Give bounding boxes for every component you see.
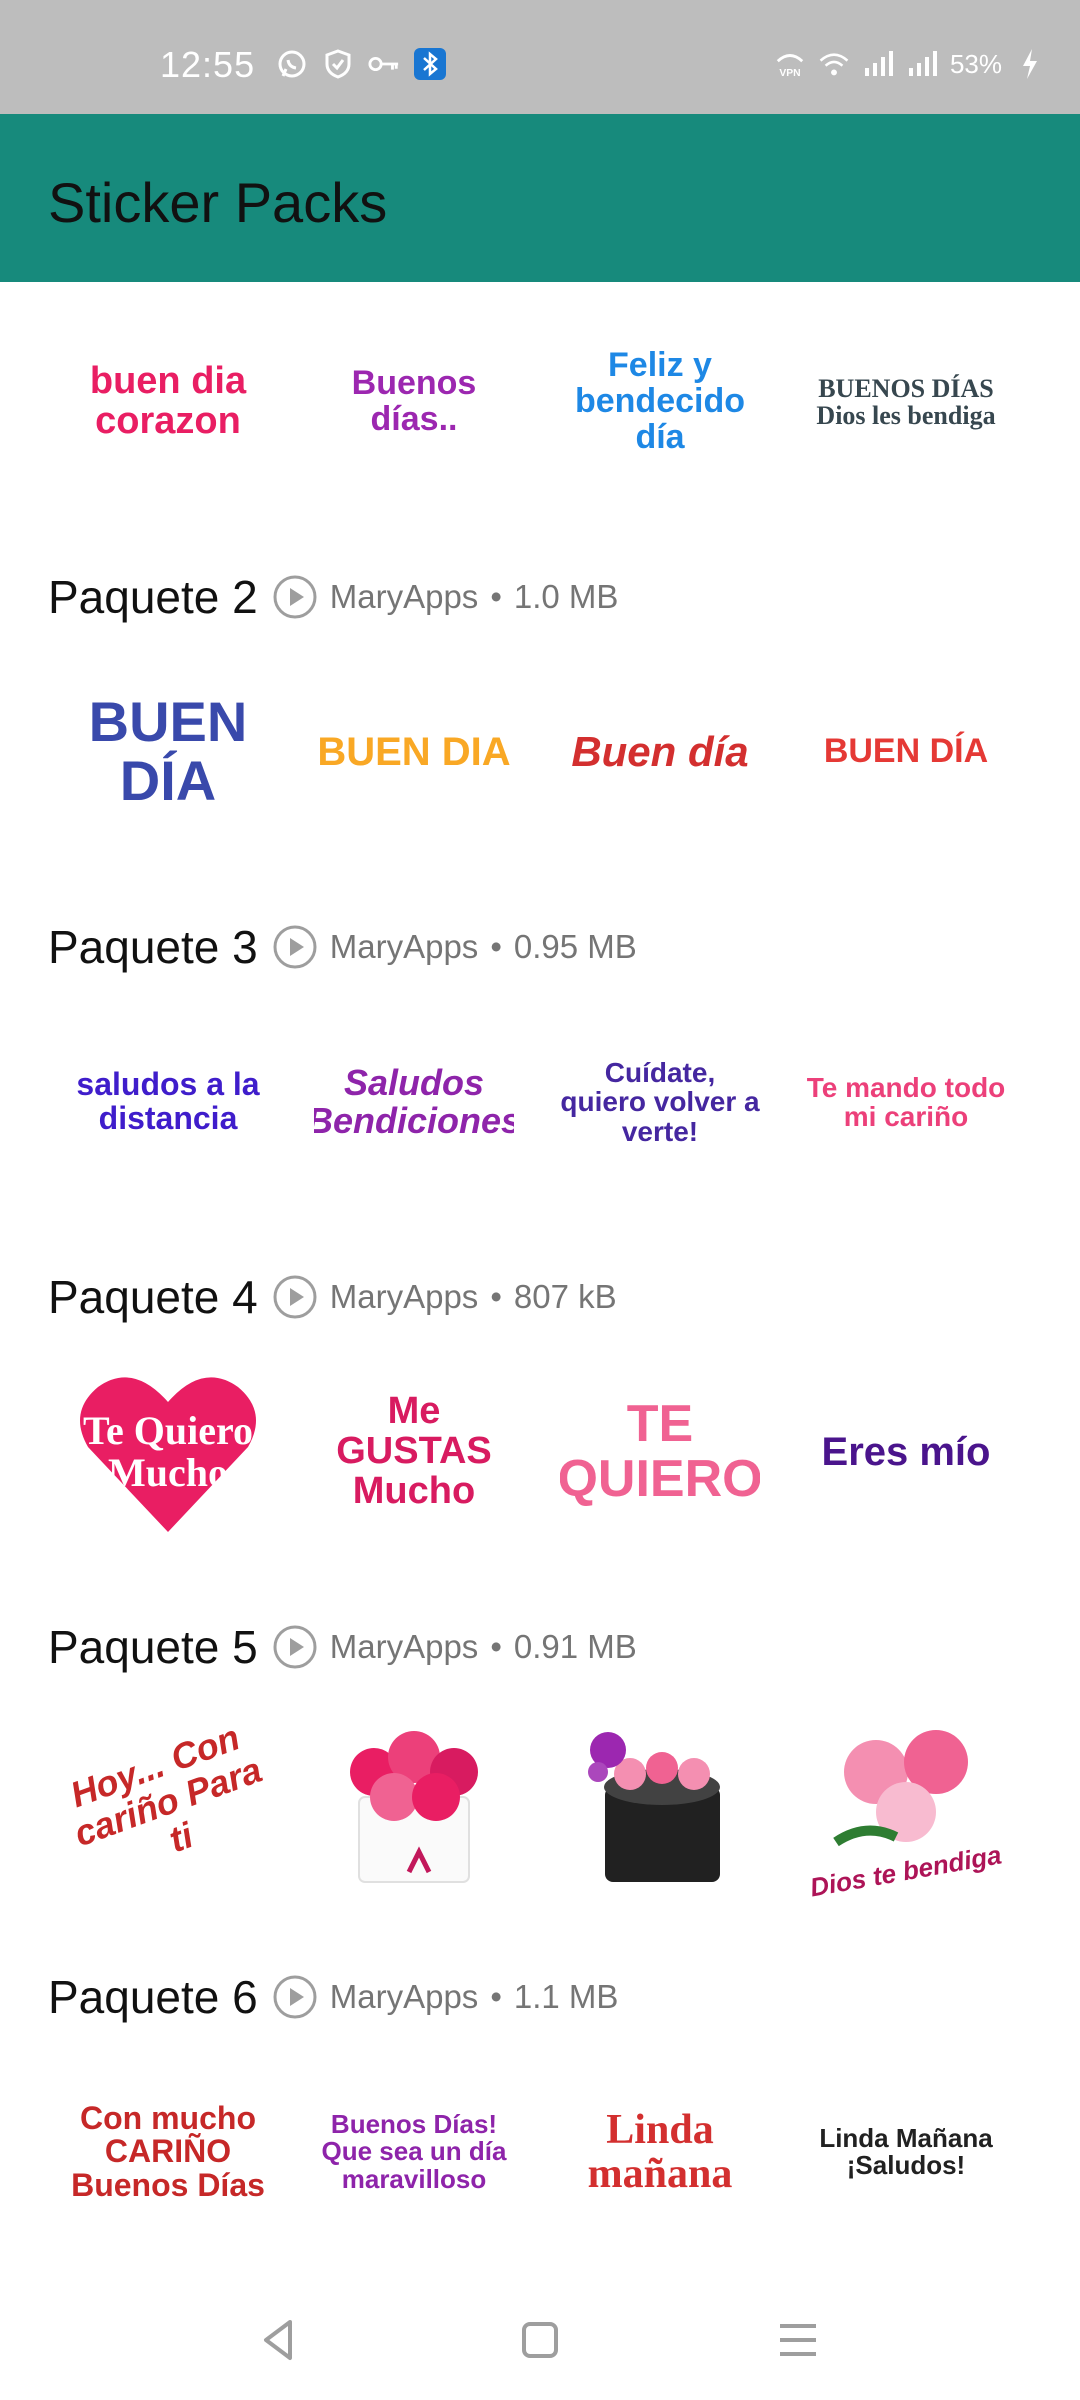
sticker[interactable]: Dios te bendiga	[806, 1702, 1006, 1902]
pack-header[interactable]: Paquete 4 MaryApps • 807 kB	[48, 1267, 617, 1327]
status-time: 12:55	[160, 44, 256, 85]
sticker[interactable]: Eres mío	[806, 1352, 1006, 1552]
signal-icon	[862, 48, 894, 80]
sticker-pack-list[interactable]: buen dia corazon Buenos días.. Feliz y b…	[0, 282, 1080, 2280]
flower-box-image	[588, 1732, 720, 1882]
sticker[interactable]: Buen día	[560, 652, 760, 852]
sticker[interactable]: buen dia corazon	[68, 302, 268, 502]
sticker[interactable]: Hoy... Con cariño Para ti	[68, 1702, 268, 1902]
sticker-row[interactable]: Con mucho CARIÑO Buenos Días Buenos Días…	[0, 2042, 1080, 2262]
sticker-row[interactable]: Hoy... Con cariño Para ti Dios te bendig…	[0, 1692, 1080, 1912]
signal-icon	[906, 48, 938, 80]
svg-text:VPN: VPN	[779, 68, 800, 79]
pack-size: 1.0 MB	[513, 578, 619, 615]
pack-header[interactable]: Paquete 5 MaryApps • 0.91 MB	[48, 1617, 637, 1677]
play-icon[interactable]	[272, 1974, 318, 2020]
recents-icon[interactable]	[768, 2310, 828, 2370]
sticker[interactable]: saludos a la distancia	[68, 1002, 268, 1202]
pack-author: MaryApps	[329, 928, 479, 965]
pack-name: Paquete 3	[48, 921, 258, 973]
system-nav-bar	[0, 2280, 1080, 2400]
play-icon[interactable]	[272, 1624, 318, 1670]
pack-author: MaryApps	[329, 1278, 479, 1315]
sticker[interactable]: Buenos días..	[314, 302, 514, 502]
sticker[interactable]: Me GUSTAS Mucho	[314, 1352, 514, 1552]
sticker[interactable]: Cuídate, quiero volver a verte!	[560, 1002, 760, 1202]
pack-author: MaryApps	[329, 578, 479, 615]
pack-size: 0.95 MB	[513, 928, 637, 965]
shield-icon	[322, 48, 354, 80]
sticker[interactable]: Saludos Bendiciones	[314, 1002, 514, 1202]
play-icon[interactable]	[272, 1274, 318, 1320]
sticker[interactable]: Te Quiero Mucho	[68, 1352, 268, 1552]
bluetooth-icon	[414, 48, 446, 80]
key-icon	[368, 48, 400, 80]
home-icon[interactable]	[510, 2310, 570, 2370]
separator-dot: •	[490, 1278, 502, 1315]
sticker[interactable]: BUEN DIA	[314, 652, 514, 852]
sticker[interactable]: BUENOS DÍAS Dios les bendiga	[806, 302, 1006, 502]
separator-dot: •	[490, 578, 502, 615]
vpn-icon: VPN	[774, 48, 806, 80]
app-title: Sticker Packs	[48, 171, 388, 234]
sticker-row[interactable]: BUEN DÍA BUEN DIA Buen día BUEN DÍA	[0, 642, 1080, 862]
pack-author: MaryApps	[329, 1978, 479, 2015]
pack-name: Paquete 5	[48, 1621, 258, 1673]
sticker[interactable]: BUEN DÍA	[68, 652, 268, 852]
pack-name: Paquete 4	[48, 1271, 258, 1323]
battery-percent: 53%	[949, 48, 1002, 79]
rose-bouquet-image	[350, 1731, 478, 1883]
pack-size: 1.1 MB	[513, 1978, 619, 2015]
sticker[interactable]: Con mucho CARIÑO Buenos Días	[68, 2052, 268, 2252]
whatsapp-icon	[276, 48, 308, 80]
pack-name: Paquete 6	[48, 1971, 258, 2023]
separator-dot: •	[490, 928, 502, 965]
pack-header[interactable]: Paquete 2 MaryApps • 1.0 MB	[48, 567, 618, 627]
play-icon[interactable]	[272, 574, 318, 620]
sticker-row[interactable]: Te Quiero Mucho Me GUSTAS Mucho TE QUIER…	[0, 1342, 1080, 1562]
sticker[interactable]	[314, 1702, 514, 1902]
status-bar: 12:55 VPN 53%	[0, 0, 1080, 114]
sticker[interactable]: Buenos Días! Que sea un día maravilloso	[314, 2052, 514, 2252]
sticker[interactable]: Feliz y bendecido día	[560, 302, 760, 502]
separator-dot: •	[490, 1978, 502, 2015]
separator-dot: •	[490, 1628, 502, 1665]
sticker[interactable]: Te mando todo mi cariño	[806, 1002, 1006, 1202]
pack-name: Paquete 2	[48, 571, 258, 623]
status-right-icons: VPN 53%	[774, 48, 1046, 80]
play-icon[interactable]	[272, 924, 318, 970]
sticker[interactable]: BUEN DÍA	[806, 652, 1006, 852]
pack-size: 0.91 MB	[513, 1628, 637, 1665]
app-bar: Sticker Packs	[0, 114, 1080, 282]
pack-author: MaryApps	[329, 1628, 479, 1665]
pack-size: 807 kB	[513, 1278, 617, 1315]
sticker-row[interactable]: buen dia corazon Buenos días.. Feliz y b…	[0, 292, 1080, 512]
pack-header[interactable]: Paquete 3 MaryApps • 0.95 MB	[48, 917, 637, 977]
back-icon[interactable]	[250, 2310, 310, 2370]
battery-charging-icon	[1014, 48, 1046, 80]
status-left-icons	[276, 48, 446, 80]
sticker[interactable]	[560, 1702, 760, 1902]
sticker[interactable]: Linda mañana	[560, 2052, 760, 2252]
sticker-row[interactable]: saludos a la distancia Saludos Bendicion…	[0, 992, 1080, 1212]
sticker[interactable]: TE QUIERO	[560, 1352, 760, 1552]
pack-header[interactable]: Paquete 6 MaryApps • 1.1 MB	[48, 1967, 618, 2027]
sticker[interactable]: Linda Mañana ¡Saludos!	[806, 2052, 1006, 2252]
wifi-icon	[818, 48, 850, 80]
